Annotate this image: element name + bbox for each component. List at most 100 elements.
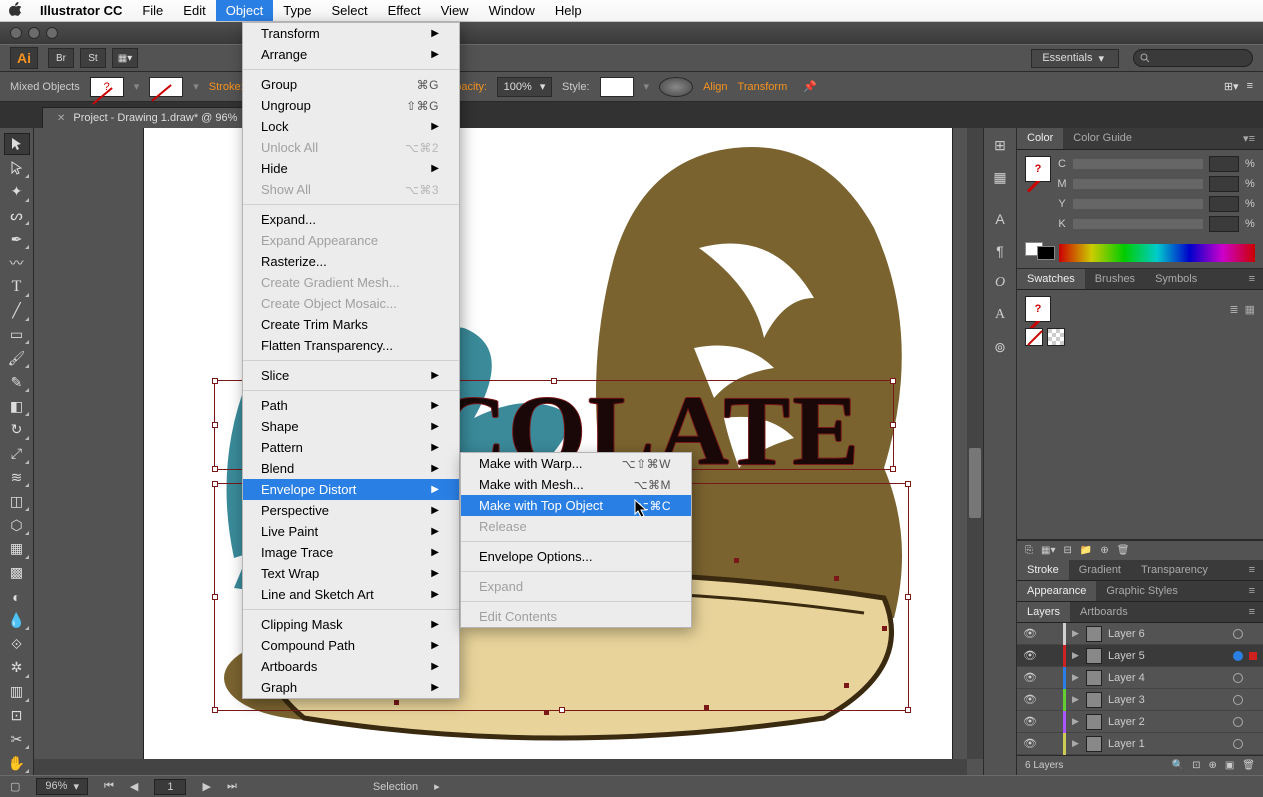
layer-row[interactable]: 👁▶Layer 5 bbox=[1017, 645, 1263, 667]
horizontal-scrollbar[interactable] bbox=[34, 759, 967, 775]
menu-item[interactable]: Slice▶ bbox=[243, 365, 459, 386]
menubar-item-select[interactable]: Select bbox=[321, 0, 377, 21]
swatch-opts-icon[interactable]: ⊟ bbox=[1063, 545, 1071, 556]
menu-item[interactable]: Image Trace▶ bbox=[243, 542, 459, 563]
menu-item[interactable]: Graph▶ bbox=[243, 677, 459, 698]
new-swatch-icon[interactable]: ⊕ bbox=[1100, 545, 1108, 556]
swatch-lib-icon[interactable]: ⎘ bbox=[1025, 545, 1033, 556]
menu-item[interactable]: Pattern▶ bbox=[243, 437, 459, 458]
spectrum[interactable] bbox=[1059, 244, 1255, 262]
grid-view-icon[interactable]: ▦ bbox=[1245, 303, 1255, 316]
shape-builder-tool[interactable]: ⬡ bbox=[4, 514, 30, 536]
line-tool[interactable]: ╱ bbox=[4, 300, 30, 322]
menu-item[interactable]: Make with Mesh...⌥⌘M bbox=[461, 474, 691, 495]
menu-item[interactable]: Clipping Mask▶ bbox=[243, 614, 459, 635]
opentype-icon[interactable]: O bbox=[987, 270, 1013, 296]
visibility-icon[interactable]: 👁 bbox=[1023, 627, 1037, 640]
layer-name[interactable]: Layer 3 bbox=[1108, 694, 1227, 706]
search-field[interactable] bbox=[1133, 49, 1253, 67]
menubar-app[interactable]: Illustrator CC bbox=[30, 0, 132, 21]
slider-m[interactable] bbox=[1073, 179, 1203, 189]
layer-row[interactable]: 👁 ▶ Layer 3 bbox=[1017, 689, 1263, 711]
direct-selection-tool[interactable] bbox=[4, 157, 30, 179]
new-sublayer-icon[interactable]: ⊕ bbox=[1208, 760, 1216, 771]
menu-item[interactable]: Arrange▶ bbox=[243, 44, 459, 65]
rotate-tool[interactable]: ↻ bbox=[4, 419, 30, 441]
layer-row[interactable]: 👁▶Layer 2 bbox=[1017, 711, 1263, 733]
artboard-next-icon[interactable]: ▶ bbox=[202, 780, 210, 793]
artboard-tool[interactable]: ⊡ bbox=[4, 705, 30, 727]
menu-item[interactable]: Rasterize... bbox=[243, 251, 459, 272]
vertical-scrollbar[interactable] bbox=[967, 128, 983, 759]
menu-item[interactable]: Blend▶ bbox=[243, 458, 459, 479]
tab-symbols[interactable]: Symbols bbox=[1145, 269, 1207, 289]
menu-item[interactable]: Text Wrap▶ bbox=[243, 563, 459, 584]
locate-icon[interactable]: 🔍 bbox=[1172, 760, 1184, 771]
expand-icon[interactable]: ▶ bbox=[1072, 716, 1080, 727]
align-label[interactable]: Align bbox=[703, 81, 727, 93]
close-tab-icon[interactable]: ✕ bbox=[57, 113, 65, 124]
panel-menu-icon[interactable]: ≡ bbox=[1241, 602, 1263, 622]
expand-icon[interactable]: ▶ bbox=[1072, 672, 1080, 683]
pencil-tool[interactable]: ✎ bbox=[4, 371, 30, 393]
swatch-kind-icon[interactable]: ▦▾ bbox=[1041, 545, 1055, 556]
properties-icon[interactable]: ⊞ bbox=[987, 132, 1013, 158]
graph-tool[interactable]: ▥ bbox=[4, 681, 30, 703]
tab-layers[interactable]: Layers bbox=[1017, 602, 1070, 622]
visibility-icon[interactable]: 👁 bbox=[1023, 693, 1037, 706]
make-clip-icon[interactable]: ⊡ bbox=[1192, 760, 1200, 771]
menu-item[interactable]: Lock▶ bbox=[243, 116, 459, 137]
traffic-lights[interactable] bbox=[10, 27, 58, 39]
transform-label[interactable]: Transform bbox=[738, 81, 788, 93]
panel-menu-icon[interactable]: ≡ bbox=[1241, 560, 1263, 580]
apple-menu[interactable] bbox=[0, 2, 30, 19]
target-icon[interactable] bbox=[1233, 651, 1243, 661]
pen-tool[interactable]: ✒ bbox=[4, 228, 30, 250]
target-icon[interactable] bbox=[1233, 695, 1243, 705]
layer-row[interactable]: 👁▶Layer 1 bbox=[1017, 733, 1263, 755]
lasso-tool[interactable]: ᔕ bbox=[4, 205, 30, 227]
fill-swatch[interactable]: ? bbox=[90, 77, 124, 97]
tab-swatches[interactable]: Swatches bbox=[1017, 269, 1085, 289]
menu-item[interactable]: Envelope Options... bbox=[461, 546, 691, 567]
eyedropper-tool[interactable]: 💧 bbox=[4, 609, 30, 631]
control-flyout-icon[interactable]: ≡ bbox=[1247, 80, 1253, 93]
menu-item[interactable]: Expand... bbox=[243, 209, 459, 230]
bw-chip[interactable] bbox=[1025, 242, 1055, 260]
panel-menu-icon[interactable]: ▾≡ bbox=[1235, 128, 1263, 149]
char-icon[interactable]: A bbox=[987, 206, 1013, 232]
menu-item[interactable]: Transform▶ bbox=[243, 23, 459, 44]
symbol-sprayer-tool[interactable]: ✲ bbox=[4, 657, 30, 679]
menubar-item-help[interactable]: Help bbox=[545, 0, 592, 21]
tab-stroke[interactable]: Stroke bbox=[1017, 560, 1069, 580]
layer-name[interactable]: Layer 4 bbox=[1108, 672, 1227, 684]
delete-swatch-icon[interactable]: 🗑 bbox=[1117, 545, 1130, 556]
layer-name[interactable]: Layer 6 bbox=[1108, 628, 1227, 640]
artboard-last-icon[interactable]: ⏭ bbox=[227, 780, 237, 793]
new-layer-icon[interactable]: ▣ bbox=[1225, 760, 1234, 771]
menu-item[interactable]: Make with Top Object⌥⌘C bbox=[461, 495, 691, 516]
menu-item[interactable]: Envelope Distort▶ bbox=[243, 479, 459, 500]
scale-tool[interactable]: ⤢ bbox=[4, 443, 30, 465]
menubar-item-object[interactable]: Object bbox=[216, 0, 274, 21]
stock-icon[interactable]: St bbox=[80, 48, 106, 68]
menu-item[interactable]: Artboards▶ bbox=[243, 656, 459, 677]
para-icon[interactable]: ¶ bbox=[987, 238, 1013, 264]
menu-item[interactable]: Make with Warp...⌥⇧⌘W bbox=[461, 453, 691, 474]
layer-name[interactable]: Layer 2 bbox=[1108, 716, 1227, 728]
target-icon[interactable] bbox=[1233, 717, 1243, 727]
zoom-out-icon[interactable]: ▢ bbox=[10, 780, 20, 793]
tab-color[interactable]: Color bbox=[1017, 128, 1063, 149]
width-tool[interactable]: ≋ bbox=[4, 467, 30, 489]
menubar-item-view[interactable]: View bbox=[431, 0, 479, 21]
tab-gradient[interactable]: Gradient bbox=[1069, 560, 1131, 580]
menubar-item-effect[interactable]: Effect bbox=[378, 0, 431, 21]
menu-item[interactable]: Line and Sketch Art▶ bbox=[243, 584, 459, 605]
artboard-nav[interactable]: 1 bbox=[154, 779, 186, 795]
menu-item[interactable]: Group⌘G bbox=[243, 74, 459, 95]
document-tab[interactable]: ✕ Project - Drawing 1.draw* @ 96% bbox=[42, 107, 252, 128]
expand-icon[interactable]: ▶ bbox=[1072, 694, 1080, 705]
arrange-docs-icon[interactable]: ▦▾ bbox=[112, 48, 138, 68]
workspace-switcher[interactable]: Essentials▾ bbox=[1031, 49, 1119, 68]
layer-name[interactable]: Layer 1 bbox=[1108, 738, 1227, 750]
